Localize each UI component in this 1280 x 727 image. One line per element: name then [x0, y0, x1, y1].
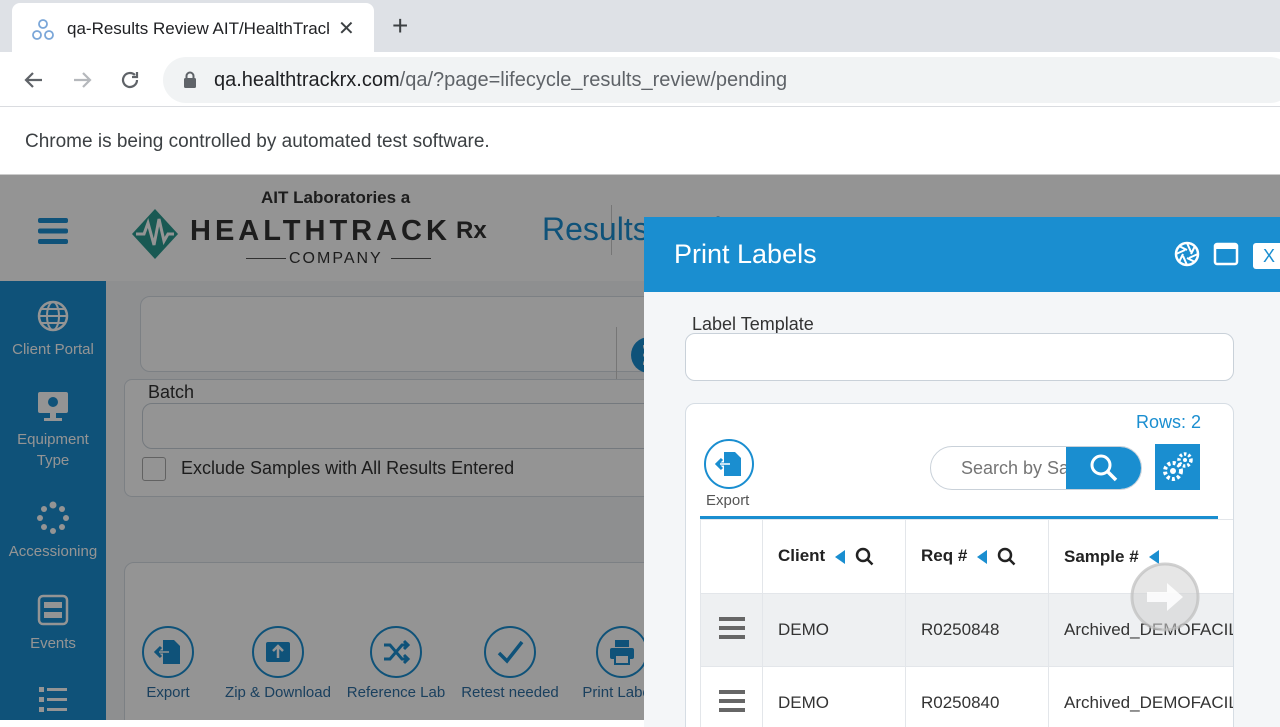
column-header-label: Sample #	[1064, 547, 1139, 566]
sample-search-input[interactable]	[931, 447, 1067, 489]
omnibox[interactable]: qa.healthtrackrx.com/qa/?page=lifecycle_…	[163, 57, 1280, 103]
column-header-label: Client	[778, 546, 825, 565]
search-button[interactable]	[1066, 447, 1142, 489]
infobar-text: Chrome is being controlled by automated …	[25, 131, 490, 153]
back-arrow-icon[interactable]	[22, 68, 46, 97]
grid-export-button[interactable]	[704, 439, 754, 489]
grid-export-label: Export	[706, 492, 749, 509]
url-host: qa.healthtrackrx.com	[214, 69, 400, 91]
cell-sample: Archived_DEMOFACILITY	[1049, 667, 1235, 727]
column-search-icon[interactable]	[997, 547, 1017, 567]
grid-settings-button[interactable]	[1155, 444, 1200, 490]
favicon-icon	[30, 17, 56, 48]
modal-header: Print Labels X	[644, 217, 1280, 292]
next-arrow-icon[interactable]	[1129, 561, 1201, 638]
sample-search-box	[930, 446, 1142, 490]
close-icon: X	[1263, 246, 1275, 267]
column-search-icon[interactable]	[855, 547, 875, 567]
address-bar: qa.healthtrackrx.com/qa/?page=lifecycle_…	[0, 52, 1280, 107]
column-header-label: Req #	[921, 546, 967, 565]
row-drag-handle[interactable]	[701, 667, 763, 727]
sort-icon[interactable]	[835, 550, 845, 564]
drag-handle-icon	[719, 689, 745, 713]
cell-req: R0250840	[906, 667, 1049, 727]
row-drag-handle[interactable]	[701, 594, 763, 667]
automation-infobar: Chrome is being controlled by automated …	[0, 107, 1280, 175]
url-text[interactable]: qa.healthtrackrx.com/qa/?page=lifecycle_…	[214, 69, 787, 92]
cell-client: DEMO	[763, 667, 906, 727]
forward-arrow-icon[interactable]	[70, 68, 94, 97]
browser-tab[interactable]: qa-Results Review AIT/HealthTrackRx ✕	[12, 3, 374, 52]
browser-tab-strip: qa-Results Review AIT/HealthTrackRx ✕ +	[0, 0, 1280, 52]
modal-body: Label Template Rows: 2 Export	[644, 292, 1280, 727]
url-path: /qa/?page=lifecycle_results_review/pendi…	[400, 69, 787, 91]
label-template-label: Label Template	[692, 314, 814, 335]
column-header-req[interactable]: Req #	[906, 520, 1049, 594]
rows-count: Rows: 2	[1136, 412, 1201, 433]
export-icon	[714, 449, 744, 479]
reload-icon[interactable]	[118, 68, 142, 97]
print-labels-modal: Print Labels X Label Template Rows: 2 Ex…	[644, 217, 1280, 727]
new-tab-button[interactable]: +	[392, 12, 408, 40]
sort-icon[interactable]	[977, 550, 987, 564]
maximize-icon[interactable]	[1213, 241, 1239, 267]
gears-icon	[1160, 449, 1196, 485]
lock-icon[interactable]	[183, 71, 197, 94]
column-header-client[interactable]: Client	[763, 520, 906, 594]
table-row[interactable]: DEMO R0250840 Archived_DEMOFACILITY	[701, 667, 1235, 727]
tab-title: qa-Results Review AIT/HealthTrackRx	[67, 19, 329, 39]
labels-grid-card: Rows: 2 Export	[685, 403, 1234, 727]
modal-close-button[interactable]: X	[1253, 243, 1280, 269]
aperture-icon[interactable]	[1174, 241, 1200, 267]
cell-client: DEMO	[763, 594, 906, 667]
tab-close-icon[interactable]: ✕	[338, 16, 355, 41]
search-icon	[1089, 453, 1119, 483]
column-header-drag	[701, 520, 763, 594]
label-template-select[interactable]	[685, 333, 1234, 381]
modal-title: Print Labels	[674, 239, 817, 270]
drag-handle-icon	[719, 616, 745, 640]
cell-req: R0250848	[906, 594, 1049, 667]
